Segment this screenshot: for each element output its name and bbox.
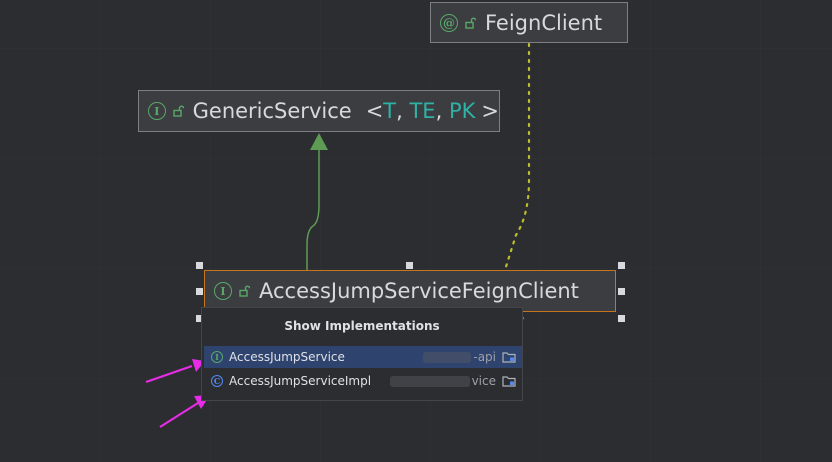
redacted-module-name [389, 376, 470, 387]
type-params-close: > [481, 99, 499, 123]
implementation-item-accessjumpserviceimpl[interactable]: C AccessJumpServiceImpl vice [204, 370, 522, 392]
lock-open-icon [464, 17, 476, 29]
module-label: -api [423, 350, 496, 364]
module-folder-icon [502, 351, 516, 366]
lock-open-icon [172, 105, 184, 117]
resize-handle-bottom-right[interactable] [618, 315, 625, 322]
node-title: AccessJumpServiceFeignClient [259, 279, 579, 303]
annotation-type-icon: @ [440, 13, 458, 32]
accessjumpservicefeignclient-node[interactable]: I AccessJumpServiceFeignClient [204, 270, 616, 312]
interface-icon: I [211, 351, 223, 363]
redacted-module-name [423, 352, 472, 363]
interface-icon: I [214, 282, 232, 300]
resize-handle-right[interactable] [618, 288, 625, 295]
show-implementations-popup[interactable]: Show Implementations I AccessJumpService… [201, 307, 523, 401]
type-param: TE [409, 99, 436, 123]
implementation-name: AccessJumpServiceImpl [229, 374, 372, 388]
separator: , [396, 99, 410, 123]
node-title: FeignClient [485, 10, 603, 35]
lock-open-icon [238, 285, 250, 297]
popup-title: Show Implementations [284, 319, 440, 333]
type-params-open: < [365, 99, 384, 123]
module-label: vice [389, 374, 496, 388]
type-param: T [383, 99, 397, 123]
implementation-item-accessjumpservice[interactable]: I AccessJumpService -api [204, 346, 522, 368]
type-param: PK [448, 99, 476, 123]
feignclient-node[interactable]: @ FeignClient [430, 2, 628, 43]
class-icon: C [211, 375, 223, 387]
resize-handle-top-left[interactable] [196, 262, 203, 269]
resize-handle-top-right[interactable] [618, 262, 625, 269]
implementation-name: AccessJumpService [229, 350, 345, 364]
resize-handle-top[interactable] [406, 262, 413, 269]
resize-handle-left[interactable] [196, 288, 203, 295]
interface-icon: I [148, 102, 166, 120]
genericservice-node[interactable]: I GenericService < T, TE, PK > [138, 90, 500, 132]
node-title: GenericService [192, 99, 352, 123]
separator: , [435, 99, 449, 123]
module-folder-icon [502, 375, 516, 390]
